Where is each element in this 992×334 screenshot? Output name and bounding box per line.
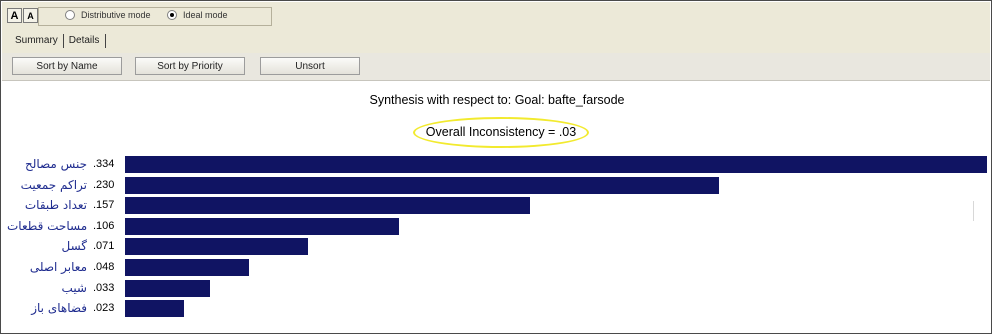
priority-bar (125, 280, 210, 297)
bar-label: جنس مصالح (24, 157, 87, 171)
font-down-icon: A (27, 11, 34, 21)
bar-value-label: .106 (93, 220, 115, 232)
bar-value-label: .334 (93, 158, 115, 170)
font-up-icon: A (10, 10, 19, 22)
priority-bar (125, 238, 308, 255)
bar-label: شیب (61, 281, 87, 295)
priority-bar (125, 300, 184, 317)
unsort-button[interactable]: Unsort (260, 57, 360, 75)
view-tabs: Summary Details (10, 34, 107, 49)
sort-by-priority-button[interactable]: Sort by Priority (135, 57, 245, 75)
distributive-mode-label: Distributive mode (81, 10, 151, 20)
priority-bar (125, 259, 249, 276)
bar-value-label: .230 (93, 179, 115, 191)
priority-bar (125, 156, 987, 173)
bar-value-label: .048 (93, 261, 115, 273)
ideal-mode-radio[interactable]: Ideal mode (167, 10, 228, 20)
priority-bar (125, 218, 399, 235)
ideal-mode-label: Ideal mode (183, 10, 228, 20)
mode-radio-group: Distributive mode Ideal mode (38, 7, 272, 26)
priority-bar (125, 177, 719, 194)
bar-value-label: .071 (93, 240, 115, 252)
tab-summary[interactable]: Summary (10, 34, 63, 48)
bar-label: گسل (61, 239, 87, 253)
bar-value-label: .023 (93, 302, 115, 314)
bar-label: معابر اصلی (29, 260, 87, 274)
bar-label: فضاهای باز (31, 301, 87, 315)
sort-by-name-button[interactable]: Sort by Name (12, 57, 122, 75)
synthesis-window: A A Distributive mode Ideal mode Summary… (0, 0, 992, 334)
bar-value-label: .033 (93, 282, 115, 294)
sort-toolbar: Sort by Name Sort by Priority Unsort (2, 53, 990, 81)
priority-bar (125, 197, 530, 214)
radio-selected-icon (167, 10, 177, 20)
bar-value-label: .157 (93, 199, 115, 211)
synthesis-title: Synthesis with respect to: Goal: bafte_f… (369, 93, 625, 107)
bar-label: تعداد طبقات (24, 198, 87, 212)
increase-font-button[interactable]: A (7, 8, 22, 23)
overall-inconsistency: Overall Inconsistency = .03 (413, 117, 589, 148)
top-toolbar: A A Distributive mode Ideal mode Summary… (2, 2, 990, 53)
distributive-mode-radio[interactable]: Distributive mode (65, 10, 151, 20)
bar-label: تراکم جمعیت (20, 178, 87, 192)
tab-details[interactable]: Details (62, 34, 105, 48)
radio-unselected-icon (65, 10, 75, 20)
bar-label: مساحت قطعات (7, 219, 88, 233)
decrease-font-button[interactable]: A (23, 8, 38, 23)
scroll-marker (973, 201, 974, 221)
tabs-divider (105, 34, 107, 48)
